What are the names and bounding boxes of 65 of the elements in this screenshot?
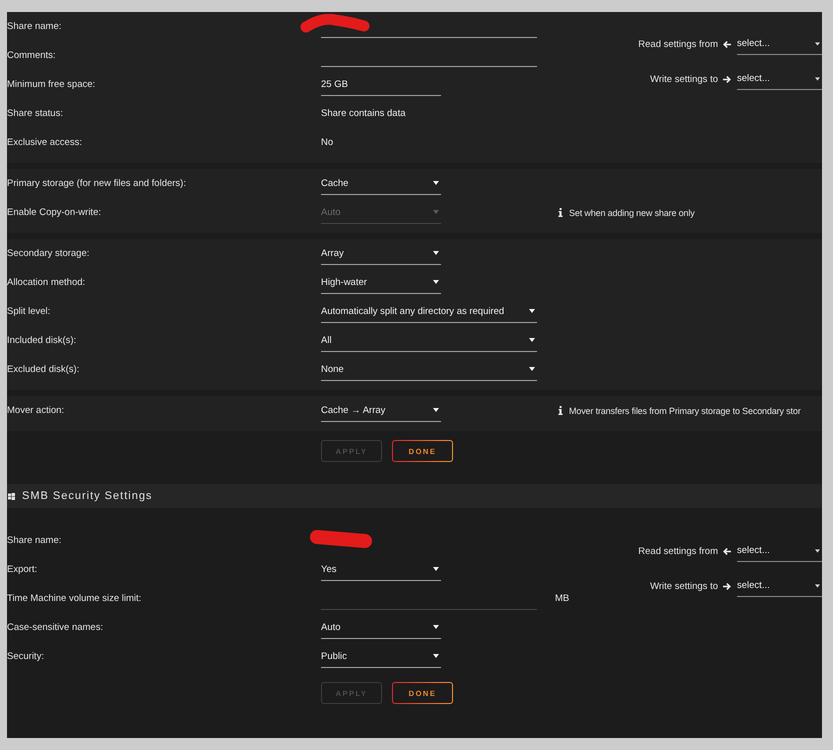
copy-settings-label: Read settings from	[638, 546, 718, 556]
caret-icon	[815, 548, 820, 552]
field-label: Excluded disk(s):	[7, 364, 80, 375]
field-label: Enable Copy-on-write:	[7, 207, 101, 218]
arrow-left-icon	[723, 548, 731, 554]
dropdown-select[interactable]: Cache	[321, 172, 441, 194]
caret-icon	[433, 408, 439, 412]
caret-icon	[433, 625, 439, 629]
grid-icon	[8, 492, 15, 500]
dropdown-select[interactable]: Auto	[321, 616, 441, 638]
dropdown-select[interactable]: select...	[737, 33, 822, 55]
copy-settings-label: Write settings to	[650, 580, 718, 592]
field-value: No	[321, 137, 334, 148]
dropdown-select[interactable]: Public	[321, 646, 441, 668]
caret-icon	[529, 367, 535, 371]
dropdown-select[interactable]: select...	[737, 575, 822, 597]
caret-icon	[433, 567, 439, 571]
arrow-right-icon	[723, 76, 731, 82]
field-label: Primary storage (for new files and folders):	[7, 178, 186, 189]
info-note: Mover transfers files from Primary storage to Secondary stor	[569, 406, 801, 416]
arrow-left-icon	[723, 40, 731, 48]
copy-settings-label: Write settings to	[650, 74, 718, 84]
caret-icon	[433, 210, 439, 214]
field-label: Share name:	[7, 535, 62, 546]
field-label: Included disk(s):	[7, 335, 76, 346]
caret-icon	[815, 76, 820, 80]
field-label: Allocation method:	[7, 277, 86, 288]
info-note: Set when adding new share only	[569, 208, 695, 218]
text-input[interactable]: 25 GB	[321, 74, 441, 96]
dropdown-select[interactable]: Cache → Array	[321, 400, 441, 422]
field-label: Share status:	[7, 108, 63, 119]
dropdown-select[interactable]: Yes	[321, 558, 441, 580]
caret-icon	[433, 654, 439, 658]
dropdown-select[interactable]: select...	[737, 68, 822, 90]
field-label: Secondary storage:	[7, 248, 90, 259]
field-label: Split level:	[7, 306, 50, 317]
dropdown-select[interactable]: select...	[737, 540, 822, 562]
info-icon	[558, 208, 563, 217]
caret-icon	[529, 338, 535, 342]
section-title: SMB Security Settings	[22, 490, 152, 502]
field-value: Share contains data	[321, 108, 406, 119]
field-label: Exclusive access:	[7, 137, 82, 148]
field-label: Case-sensitive names:	[7, 622, 104, 633]
dropdown-select[interactable]: Array	[321, 242, 441, 264]
dropdown-select[interactable]: None	[321, 358, 537, 380]
caret-icon	[815, 42, 820, 46]
field-label: Export:	[7, 564, 38, 575]
caret-icon	[433, 181, 439, 185]
dropdown-select[interactable]: All	[321, 330, 537, 352]
dropdown-select[interactable]: Automatically split any directory as required	[321, 300, 537, 322]
caret-icon	[815, 584, 820, 588]
caret-icon	[433, 280, 439, 284]
info-icon	[558, 406, 563, 415]
dropdown-select[interactable]: High-water	[321, 272, 441, 294]
field-label: Minimum free space:	[7, 79, 96, 90]
caret-icon	[433, 251, 439, 255]
unit-label: MB	[555, 593, 570, 604]
field-label: Share name:	[7, 21, 62, 32]
field-label: Security:	[7, 651, 44, 662]
field-label: Time Machine volume size limit:	[7, 593, 142, 604]
field-label: Comments:	[7, 50, 56, 61]
arrow-right-icon	[723, 582, 731, 590]
caret-icon	[529, 309, 535, 313]
copy-settings-label: Read settings from	[638, 38, 718, 50]
field-label: Mover action:	[7, 405, 64, 416]
